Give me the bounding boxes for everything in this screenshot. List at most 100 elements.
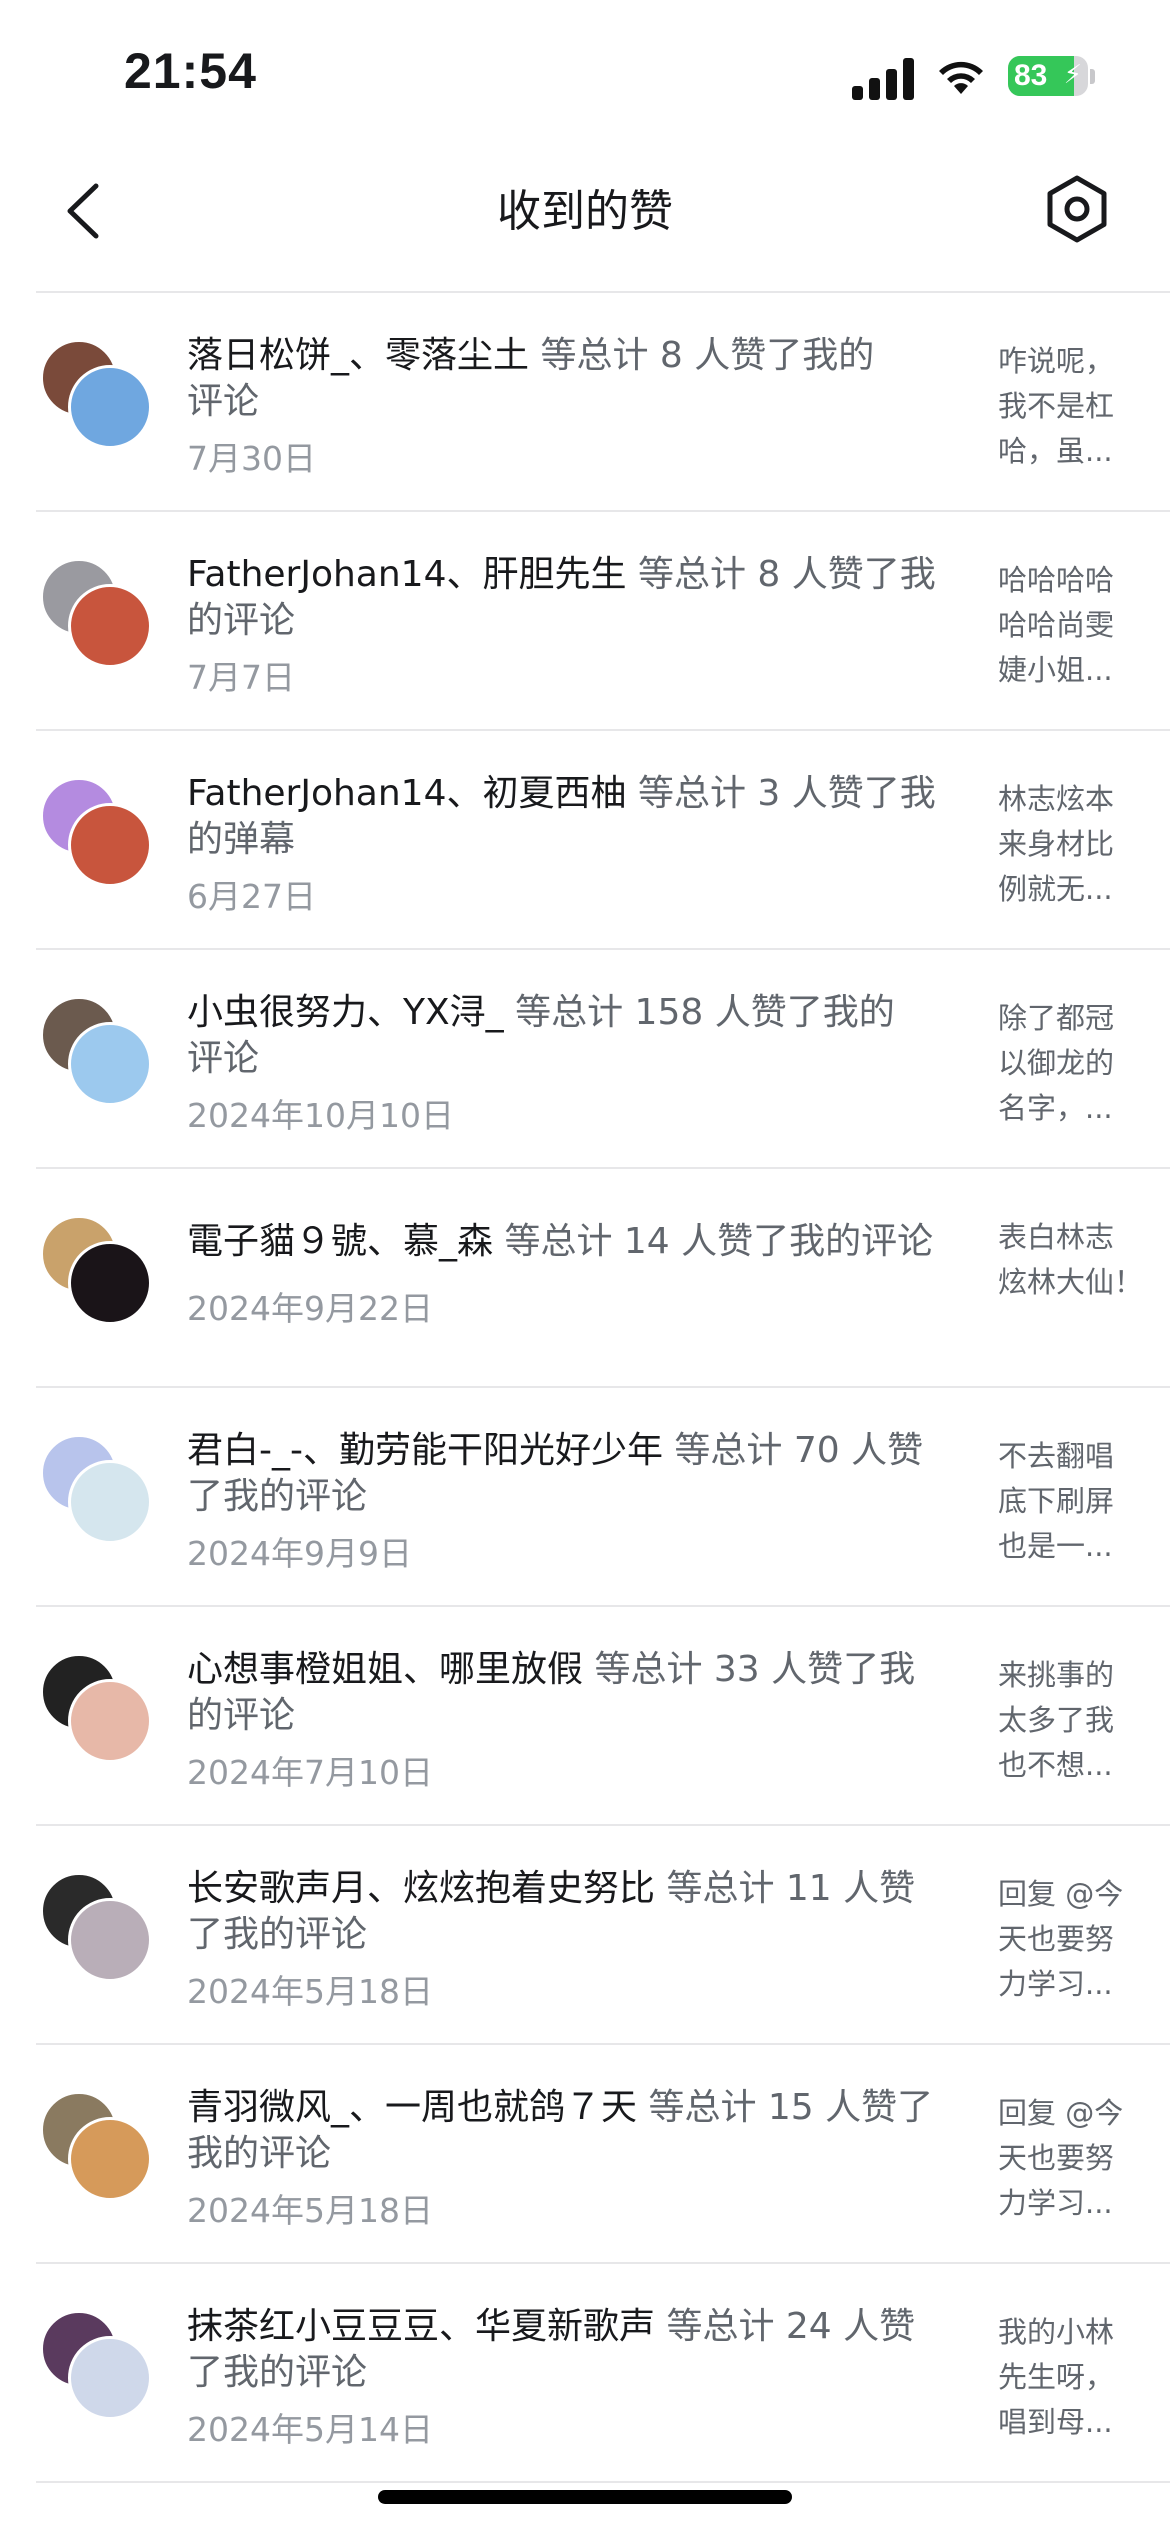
like-summary-line: 抹茶红小豆豆豆、华夏新歌声 等总计 24 人赞 (187, 2304, 987, 2350)
list-item[interactable]: 電子貓９號、慕_森 等总计 14 人赞了我的评论 2024年9月22日 表白林志 炫林… (0, 1169, 1170, 1388)
comment-preview[interactable]: 林志炫本 来身材比 例就无... (998, 777, 1148, 912)
settings-gear-icon[interactable] (1040, 172, 1114, 246)
wifi-icon (939, 61, 983, 94)
user-names[interactable]: 抹茶红小豆豆豆、华夏新歌声 (187, 2306, 655, 2347)
like-summary-line: 心想事橙姐姐、哪里放假 等总计 33 人赞了我 (187, 1647, 987, 1693)
preview-line: 回复 @今 (998, 1877, 1124, 1911)
preview-line: 唱到母... (998, 2405, 1113, 2439)
avatar[interactable] (68, 803, 152, 887)
battery-icon: 83 ⚡ (1008, 56, 1088, 96)
avatar[interactable] (68, 1679, 152, 1763)
comment-preview[interactable]: 回复 @今 天也要努 力学习... (998, 1872, 1148, 2007)
preview-line: 林志炫本 (998, 782, 1115, 816)
like-count-text: 等总计 8 人赞了我的 (529, 335, 875, 376)
avatar[interactable] (68, 584, 152, 668)
list-item[interactable]: 落日松饼_、零落尘土 等总计 8 人赞了我的 评论 7月30日 咋说呢， 我不是杠 哈，虽… (0, 293, 1170, 512)
like-summary-line-2: 评论 (187, 1038, 260, 1079)
preview-line: 太多了我 (998, 1703, 1115, 1737)
user-names[interactable]: 心想事橙姐姐、哪里放假 (187, 1649, 583, 1690)
cellular-signal-icon (852, 58, 914, 100)
preview-line: 也是一... (998, 1529, 1113, 1563)
preview-line: 哈哈哈哈 (998, 563, 1115, 597)
timestamp: 7月30日 (187, 439, 316, 478)
comment-preview[interactable]: 咋说呢， 我不是杠 哈，虽... (998, 339, 1148, 474)
preview-line: 来挑事的 (998, 1658, 1115, 1692)
like-summary: 青羽微风_、一周也就鸽７天 等总计 15 人赞了我的评论 2024年5月18日 (187, 2085, 987, 2231)
like-summary: 抹茶红小豆豆豆、华夏新歌声 等总计 24 人赞 了我的评论 2024年5月14日 (187, 2304, 987, 2450)
comment-preview[interactable]: 我的小林先生呀， 唱到母... (998, 2310, 1148, 2445)
user-names[interactable]: FatherJohan14、初夏西柚 (187, 773, 627, 814)
like-summary-line-2: 评论 (187, 381, 260, 422)
like-count-text: 等总计 8 人赞了我 (626, 554, 936, 595)
timestamp: 2024年5月18日 (187, 2191, 433, 2230)
preview-line: 天也要努 (998, 1922, 1115, 1956)
preview-line: 表白林志 (998, 1220, 1115, 1254)
navigation-bar: 收到的赞 (0, 140, 1170, 290)
avatar[interactable] (68, 1241, 152, 1325)
like-summary-line: 君白-_-、勤劳能干阳光好少年 等总计 70 人赞 (187, 1428, 987, 1474)
preview-line: 来身材比 (998, 827, 1115, 861)
like-count-text: 等总计 24 人赞 (655, 2306, 916, 2347)
list-item[interactable]: FatherJohan14、肝胆先生 等总计 8 人赞了我的评论 7月7日 哈哈哈哈… (0, 512, 1170, 731)
user-names[interactable]: 青羽微风_、一周也就鸽７天 (187, 2087, 637, 2128)
comment-preview[interactable]: 不去翻唱底下刷屏也是一... (998, 1434, 1148, 1569)
page-title: 收到的赞 (497, 186, 673, 237)
like-summary-line: 小虫很努力、YX浔_ 等总计 158 人赞了我的 (187, 990, 987, 1036)
preview-line: 先生呀， (998, 2360, 1115, 2394)
preview-line: 我不是杠 (998, 389, 1115, 423)
comment-preview[interactable]: 表白林志 炫林大仙！ (998, 1215, 1148, 1305)
clock: 21:54 (124, 43, 257, 99)
status-bar: 21:54 83 ⚡ (0, 0, 1170, 140)
preview-line: 咋说呢， (998, 344, 1115, 378)
avatar[interactable] (68, 2117, 152, 2201)
like-count-text: 等总计 15 人赞了 (637, 2087, 934, 2128)
like-summary-line: 长安歌声月、炫炫抱着史努比 等总计 11 人赞 (187, 1866, 987, 1912)
preview-line: 名字，... (998, 1091, 1113, 1125)
list-item[interactable]: 青羽微风_、一周也就鸽７天 等总计 15 人赞了我的评论 2024年5月18日 回复… (0, 2045, 1170, 2264)
preview-line: 我的小林 (998, 2315, 1115, 2349)
user-names[interactable]: 长安歌声月、炫炫抱着史努比 (187, 1868, 655, 1909)
list-item[interactable]: 长安歌声月、炫炫抱着史努比 等总计 11 人赞 了我的评论 2024年5月18日 回复… (0, 1826, 1170, 2045)
list-item[interactable]: 心想事橙姐姐、哪里放假 等总计 33 人赞了我 的评论 2024年7月10日 来挑事的… (0, 1607, 1170, 1826)
user-names[interactable]: 電子貓９號、慕_森 (187, 1221, 493, 1262)
battery-cap (1090, 69, 1095, 84)
like-summary: FatherJohan14、初夏西柚 等总计 3 人赞了我 的弹幕 6月27日 (187, 771, 987, 917)
avatar[interactable] (68, 1460, 152, 1544)
comment-preview[interactable]: 回复 @今 天也要努 力学习... (998, 2091, 1148, 2226)
preview-line: 以御龙的 (998, 1046, 1115, 1080)
like-summary-line-2: 了我的评论 (187, 2352, 368, 2393)
preview-line: 天也要努 (998, 2141, 1115, 2175)
user-names[interactable]: 小虫很努力、YX浔_ (187, 992, 504, 1033)
like-count-text: 等总计 33 人赞了我 (583, 1649, 916, 1690)
like-summary-line-2: 的评论 (187, 600, 296, 641)
like-count-text: 等总计 11 人赞 (655, 1868, 916, 1909)
like-count-text: 等总计 70 人赞 (662, 1430, 924, 1471)
timestamp: 2024年9月22日 (187, 1289, 433, 1328)
avatar[interactable] (68, 1022, 152, 1106)
timestamp: 2024年10月10日 (187, 1096, 454, 1135)
list-item[interactable]: 抹茶红小豆豆豆、华夏新歌声 等总计 24 人赞 了我的评论 2024年5月14日 我的… (0, 2264, 1170, 2483)
like-summary-line-2: 了我的评论 (187, 1914, 368, 1955)
preview-line: 不去翻唱 (998, 1439, 1115, 1473)
list-item[interactable]: FatherJohan14、初夏西柚 等总计 3 人赞了我 的弹幕 6月27日 林志炫… (0, 731, 1170, 950)
like-summary-line-2: 的弹幕 (187, 819, 296, 860)
user-names[interactable]: FatherJohan14、肝胆先生 (187, 554, 627, 595)
list-item[interactable]: 小虫很努力、YX浔_ 等总计 158 人赞了我的 评论 2024年10月10日 除了都… (0, 950, 1170, 1169)
comment-preview[interactable]: 来挑事的 太多了我 也不想... (998, 1653, 1148, 1788)
list-item[interactable]: 君白-_-、勤劳能干阳光好少年 等总计 70 人赞 了我的评论 2024年9月9日 不… (0, 1388, 1170, 1607)
avatar[interactable] (68, 365, 152, 449)
avatar[interactable] (68, 2336, 152, 2420)
like-count-text: 等总计 158 人赞了我的 (503, 992, 895, 1033)
preview-line: 底下刷屏 (998, 1484, 1115, 1518)
home-indicator[interactable] (378, 2490, 792, 2504)
user-names[interactable]: 落日松饼_、零落尘土 (187, 335, 529, 376)
timestamp: 7月7日 (187, 658, 295, 697)
user-names[interactable]: 君白-_-、勤劳能干阳光好少年 (187, 1430, 663, 1471)
comment-preview[interactable]: 除了都冠以御龙的名字，... (998, 996, 1148, 1131)
timestamp: 6月27日 (187, 877, 316, 916)
like-summary: 长安歌声月、炫炫抱着史努比 等总计 11 人赞 了我的评论 2024年5月18日 (187, 1866, 987, 2012)
preview-line: 除了都冠 (998, 1001, 1115, 1035)
like-summary-line-2: 我的评论 (187, 2133, 332, 2174)
comment-preview[interactable]: 哈哈哈哈 哈哈尚雯 婕小姐... (998, 558, 1148, 693)
avatar[interactable] (68, 1898, 152, 1982)
